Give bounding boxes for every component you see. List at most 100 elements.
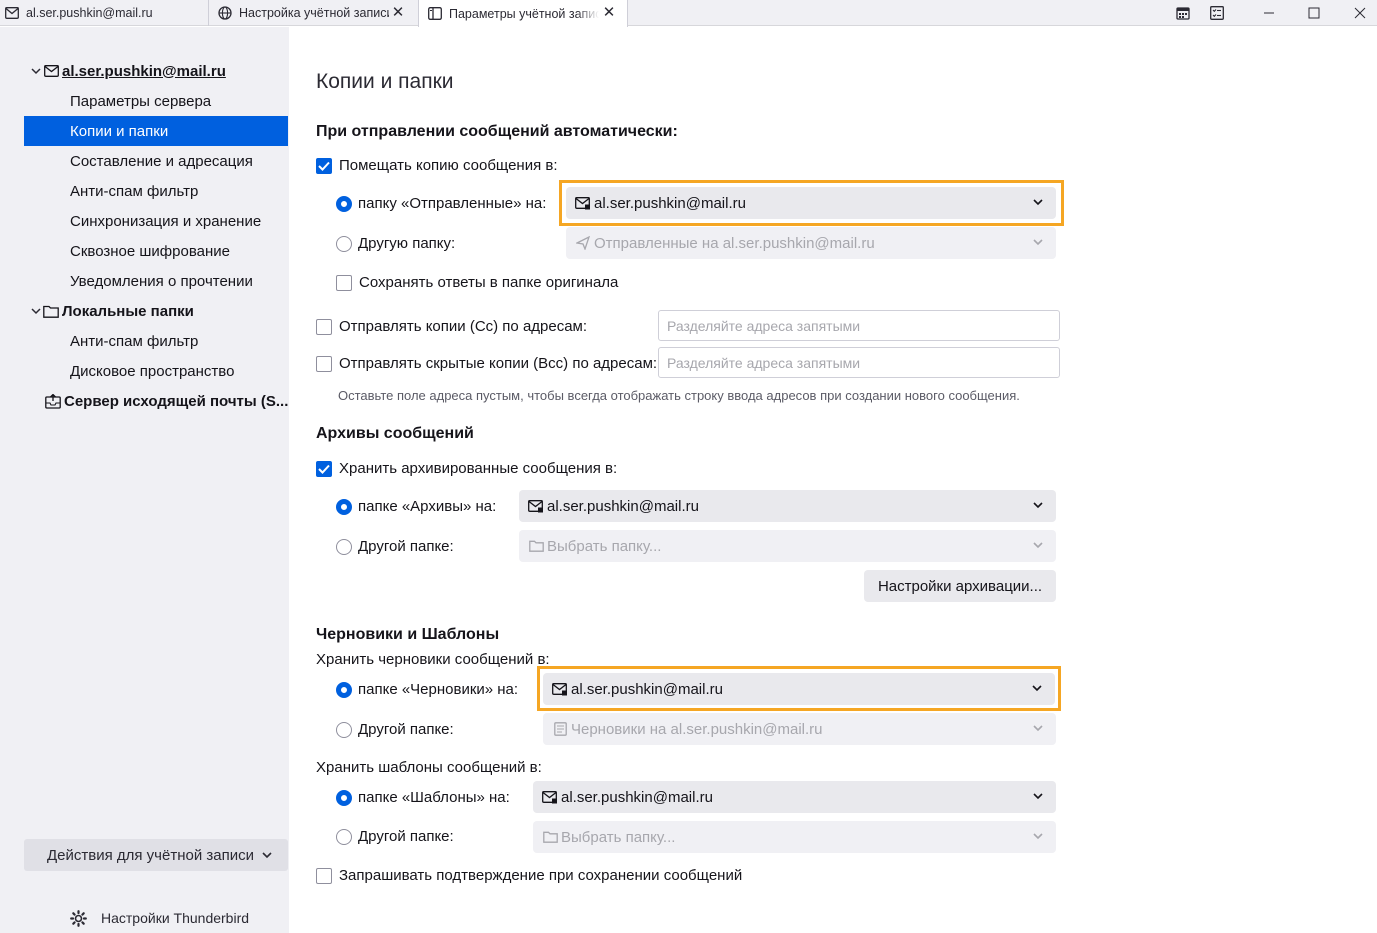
account-actions-button[interactable]: Действия для учётной записи: [24, 839, 288, 871]
templates-folder-radio[interactable]: [336, 789, 352, 806]
tasks-icon[interactable]: [1197, 0, 1237, 26]
sidebar-item-receipts[interactable]: Уведомления о прочтении: [24, 266, 288, 296]
bcc-checkbox-row[interactable]: Отправлять скрытые копии (Bcc) по адреса…: [316, 355, 657, 372]
other-sent-folder-label: Другую папку:: [358, 235, 456, 252]
sent-folder-radio-row[interactable]: папку «Отправленные» на:: [336, 195, 546, 212]
thunderbird-settings-link[interactable]: Настройки Thunderbird: [70, 907, 249, 929]
archive-folder-radio-row[interactable]: папке «Архивы» на:: [336, 498, 496, 515]
folder-icon: [42, 303, 60, 319]
templates-folder-radio-row[interactable]: папке «Шаблоны» на:: [336, 789, 510, 806]
drafts-other-value: Черновики на al.ser.pushkin@mail.ru: [571, 720, 823, 738]
sidebar-item-copies-folders[interactable]: Копии и папки: [24, 116, 288, 146]
settings-pane: Копии и папки При отправлении сообщений …: [289, 27, 1377, 933]
folder-icon: [527, 538, 545, 554]
templates-other-radio-row[interactable]: Другой папке:: [336, 828, 454, 845]
account-actions-label: Действия для учётной записи: [47, 846, 254, 864]
sidebar-item-disk-space[interactable]: Дисковое пространство: [24, 356, 288, 386]
drafts-other-radio[interactable]: [336, 721, 352, 738]
close-icon[interactable]: ✕: [390, 5, 406, 21]
confirm-save-label: Запрашивать подтверждение при сохранении…: [339, 867, 743, 884]
sidebar-local-folders[interactable]: Локальные папки: [0, 296, 194, 326]
drafts-folder-radio[interactable]: [336, 681, 352, 698]
sidebar-account-label: al.ser.pushkin@mail.ru: [62, 62, 226, 80]
sidebar-item-local-junk[interactable]: Анти-спам фильтр: [24, 326, 288, 356]
drafts-folder-radio-row[interactable]: папке «Черновики» на:: [336, 681, 518, 698]
archive-other-radio-row[interactable]: Другой папке:: [336, 538, 454, 555]
drafts-account-select[interactable]: al.ser.pushkin@mail.ru: [543, 673, 1055, 705]
chevron-down-icon: [1032, 722, 1044, 734]
archive-other-label: Другой папке:: [358, 538, 454, 555]
templates-other-label: Другой папке:: [358, 828, 454, 845]
tab-mail[interactable]: al.ser.pushkin@mail.ru: [4, 0, 204, 26]
folder-icon: [541, 829, 559, 845]
address-hint: Оставьте поле адреса пустым, чтобы всегд…: [338, 388, 1020, 403]
place-copy-checkbox[interactable]: [316, 157, 332, 174]
drafts-folder-label: папке «Черновики» на:: [358, 681, 519, 698]
templates-keep-label: Хранить шаблоны сообщений в:: [316, 759, 542, 776]
sidebar-account[interactable]: al.ser.pushkin@mail.ru: [0, 56, 226, 86]
sidebar-smtp-label: Сервер исходящей почты (S...: [64, 392, 289, 410]
archive-checkbox[interactable]: [316, 460, 332, 477]
cc-label: Отправлять копии (Cc) по адресам:: [339, 318, 588, 335]
place-copy-checkbox-row[interactable]: Помещать копию сообщения в:: [316, 157, 558, 174]
sidebar-item-composition[interactable]: Составление и адресация: [24, 146, 288, 176]
section-heading-send: При отправлении сообщений автоматически:: [316, 123, 678, 140]
archive-other-value: Выбрать папку...: [547, 537, 662, 555]
tab-label: Настройка учётной записи: [239, 6, 389, 20]
tab-account-settings[interactable]: Параметры учётной записи ✕: [418, 0, 628, 27]
chevron-down-icon[interactable]: [30, 307, 42, 315]
cc-checkbox-row[interactable]: Отправлять копии (Cc) по адресам:: [316, 318, 587, 335]
chevron-down-icon: [1032, 499, 1044, 511]
sidebar-local-label: Локальные папки: [62, 302, 194, 320]
chevron-down-icon[interactable]: [30, 67, 42, 75]
save-replies-checkbox-row[interactable]: Сохранять ответы в папке оригинала: [336, 274, 618, 291]
other-sent-folder-radio[interactable]: [336, 235, 352, 252]
minimize-icon[interactable]: [1249, 0, 1289, 26]
templates-account-value: al.ser.pushkin@mail.ru: [561, 788, 713, 806]
archive-settings-button[interactable]: Настройки архивации...: [864, 570, 1056, 602]
bcc-placeholder: Разделяйте адреса запятыми: [667, 354, 861, 371]
archive-other-select[interactable]: Выбрать папку...: [519, 530, 1056, 562]
archive-folder-radio[interactable]: [336, 498, 352, 515]
bcc-input[interactable]: Разделяйте адреса запятыми: [658, 347, 1060, 378]
sidebar-smtp[interactable]: Сервер исходящей почты (S...: [14, 386, 288, 416]
send-icon: [574, 235, 592, 251]
confirm-save-checkbox-row[interactable]: Запрашивать подтверждение при сохранении…: [316, 867, 742, 884]
sent-account-select[interactable]: al.ser.pushkin@mail.ru: [566, 187, 1056, 219]
close-icon[interactable]: [1340, 0, 1377, 26]
mail-icon: [42, 63, 60, 79]
chevron-down-icon: [1032, 196, 1044, 208]
sidebar-item-e2e[interactable]: Сквозное шифрование: [24, 236, 288, 266]
sent-folder-radio[interactable]: [336, 195, 352, 212]
maximize-icon[interactable]: [1294, 0, 1334, 26]
bcc-checkbox[interactable]: [316, 355, 332, 372]
settings-panel-icon: [427, 6, 443, 22]
tab-account-setup[interactable]: Настройка учётной записи ✕: [208, 0, 416, 26]
templates-other-radio[interactable]: [336, 828, 352, 845]
confirm-save-checkbox[interactable]: [316, 867, 332, 884]
drafts-other-radio-row[interactable]: Другой папке:: [336, 721, 454, 738]
tab-bar: al.ser.pushkin@mail.ru Настройка учётной…: [0, 0, 1377, 27]
archive-account-select[interactable]: al.ser.pushkin@mail.ru: [519, 490, 1056, 522]
sidebar-item-sync[interactable]: Синхронизация и хранение: [24, 206, 288, 236]
other-sent-folder-select[interactable]: Отправленные на al.ser.pushkin@mail.ru: [566, 227, 1056, 259]
close-icon[interactable]: ✕: [601, 5, 617, 21]
sidebar-item-server[interactable]: Параметры сервера: [24, 86, 288, 116]
draft-icon: [551, 721, 569, 737]
templates-other-select[interactable]: Выбрать папку...: [533, 821, 1056, 853]
drafts-other-select[interactable]: Черновики на al.ser.pushkin@mail.ru: [543, 713, 1056, 745]
other-sent-folder-value: Отправленные на al.ser.pushkin@mail.ru: [594, 234, 875, 252]
cc-checkbox[interactable]: [316, 318, 332, 335]
account-sidebar: al.ser.pushkin@mail.ru Параметры сервера…: [0, 27, 289, 933]
archive-label: Хранить архивированные сообщения в:: [339, 460, 618, 477]
archive-other-radio[interactable]: [336, 538, 352, 555]
cc-placeholder: Разделяйте адреса запятыми: [667, 317, 861, 334]
cc-input[interactable]: Разделяйте адреса запятыми: [658, 310, 1060, 341]
templates-account-select[interactable]: al.ser.pushkin@mail.ru: [533, 781, 1056, 813]
other-sent-folder-radio-row[interactable]: Другую папку:: [336, 235, 455, 252]
chevron-down-icon: [1032, 790, 1044, 802]
save-replies-checkbox[interactable]: [336, 274, 352, 291]
archive-checkbox-row[interactable]: Хранить архивированные сообщения в:: [316, 460, 617, 477]
sidebar-item-junk[interactable]: Анти-спам фильтр: [24, 176, 288, 206]
mail-account-icon: [541, 789, 559, 805]
